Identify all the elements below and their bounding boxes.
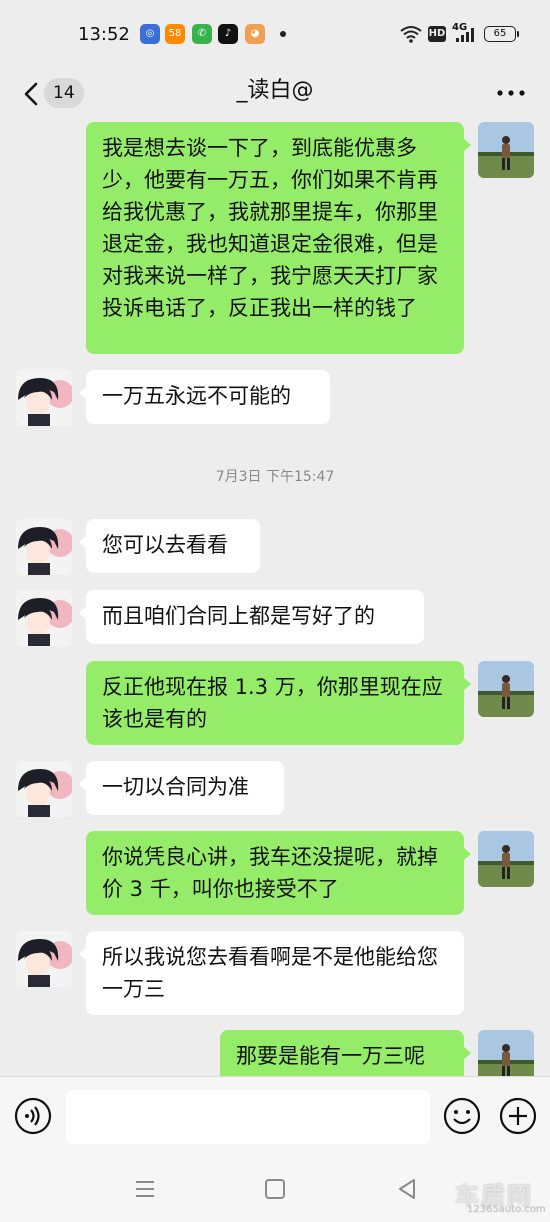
- contact-avatar[interactable]: [16, 761, 72, 817]
- contact-avatar[interactable]: [16, 370, 72, 426]
- anime-avatar-icon: [16, 590, 72, 646]
- plus-icon[interactable]: [499, 1097, 537, 1135]
- home-icon[interactable]: [262, 1176, 288, 1202]
- person-photo-icon: [478, 661, 534, 717]
- app-icon-tiktok: ♪: [218, 24, 238, 44]
- app-icon-cat: ◕: [245, 24, 265, 44]
- message-bubble-sent[interactable]: 你说凭良心讲，我车还没提呢，就掉价 3 千，叫你也接受不了: [86, 831, 471, 915]
- anime-avatar-icon: [16, 370, 72, 426]
- hd-badge: HD: [428, 26, 446, 42]
- battery-indicator: 65: [484, 26, 519, 42]
- status-bar: 13:52 ◎ 58 ✆ ♪ ◕ HD 4G 65: [0, 0, 550, 68]
- watermark: 车质网 12365auto.com: [455, 1176, 547, 1218]
- message-bubble-received[interactable]: 一万五永远不可能的: [79, 370, 330, 424]
- person-photo-icon: [478, 122, 534, 178]
- message-bubble-received[interactable]: 所以我说您去看看啊是不是他能给您一万三: [79, 931, 464, 1015]
- timestamp-divider: 7月3日 下午15:47: [215, 469, 335, 485]
- emoji-icon[interactable]: [443, 1097, 481, 1135]
- my-avatar[interactable]: [478, 831, 534, 887]
- anime-avatar-icon: [16, 519, 72, 575]
- menu-icon[interactable]: [132, 1176, 158, 1202]
- message-bubble-received[interactable]: 而且咱们合同上都是写好了的: [79, 590, 424, 644]
- contact-avatar[interactable]: [16, 931, 72, 987]
- notification-dot: [280, 31, 286, 37]
- input-bar: [0, 1076, 550, 1156]
- my-avatar[interactable]: [478, 1030, 534, 1076]
- chat-title: _读白@: [236, 78, 314, 103]
- back-triangle-icon[interactable]: [394, 1176, 420, 1202]
- more-icon[interactable]: [494, 78, 528, 108]
- signal-icon: [456, 28, 474, 42]
- anime-avatar-icon: [16, 761, 72, 817]
- system-nav-bar: 车质网 12365auto.com: [0, 1156, 550, 1222]
- contact-avatar[interactable]: [16, 519, 72, 575]
- watermark-url: 12365auto.com: [467, 1204, 546, 1215]
- message-list[interactable]: 我是想去谈一下了，到底能优惠多少，他要有一万五，你们如果不肯再给我优惠了，我就那…: [0, 120, 550, 1076]
- contact-avatar[interactable]: [16, 590, 72, 646]
- app-icon-1: ◎: [140, 24, 160, 44]
- message-input[interactable]: [66, 1090, 430, 1144]
- message-bubble-sent[interactable]: 我是想去谈一下了，到底能优惠多少，他要有一万五，你们如果不肯再给我优惠了，我就那…: [86, 122, 471, 354]
- person-photo-icon: [478, 1030, 534, 1076]
- anime-avatar-icon: [16, 931, 72, 987]
- person-photo-icon: [478, 831, 534, 887]
- message-bubble-received[interactable]: 您可以去看看: [79, 519, 260, 573]
- message-bubble-sent[interactable]: 反正他现在报 1.3 万，你那里现在应该也是有的: [86, 661, 471, 745]
- message-bubble-sent[interactable]: 那要是能有一万三呢: [220, 1030, 471, 1076]
- status-time: 13:52: [78, 24, 130, 45]
- message-bubble-received[interactable]: 一切以合同为准: [79, 761, 284, 815]
- app-icon-phone: ✆: [192, 24, 212, 44]
- voice-icon[interactable]: [14, 1097, 52, 1135]
- wifi-icon: [400, 26, 422, 43]
- my-avatar[interactable]: [478, 122, 534, 178]
- my-avatar[interactable]: [478, 661, 534, 717]
- chat-header: 14 _读白@: [0, 68, 550, 120]
- app-icon-58: 58: [165, 24, 185, 44]
